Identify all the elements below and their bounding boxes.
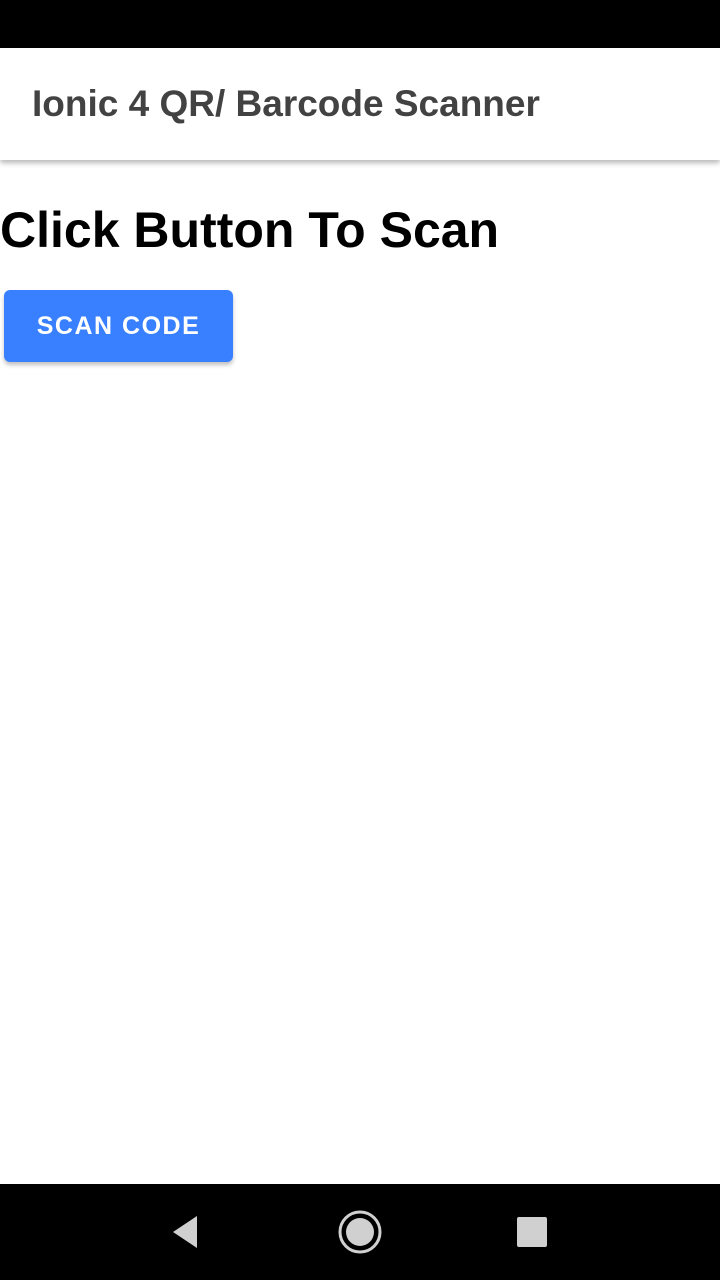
toolbar-title: Ionic 4 QR/ Barcode Scanner: [32, 83, 540, 124]
system-navigation-bar: [0, 1184, 720, 1280]
home-button[interactable]: [330, 1202, 390, 1262]
back-button[interactable]: [157, 1202, 217, 1262]
recents-icon: [517, 1217, 547, 1247]
back-icon: [173, 1216, 197, 1248]
app-toolbar: Ionic 4 QR/ Barcode Scanner: [0, 48, 720, 160]
page-heading: Click Button To Scan: [0, 202, 500, 258]
scan-code-button[interactable]: SCAN CODE: [4, 290, 233, 362]
home-icon: [338, 1210, 382, 1254]
recents-button[interactable]: [502, 1202, 562, 1262]
status-bar: [0, 0, 720, 48]
main-content: Click Button To Scan SCAN CODE: [0, 160, 720, 1184]
